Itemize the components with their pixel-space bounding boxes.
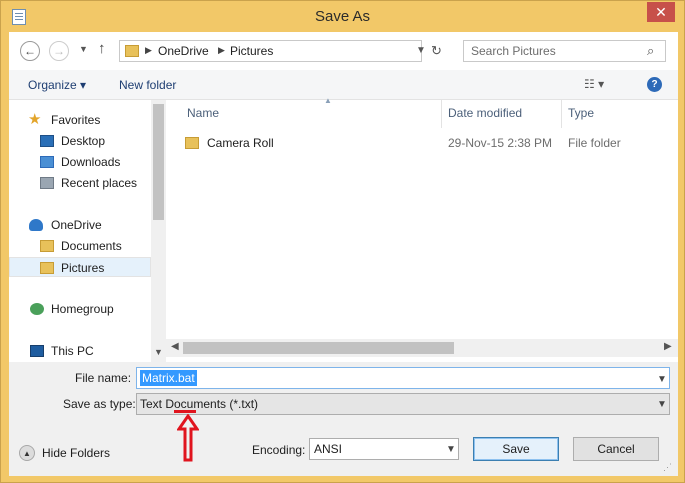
recent-places-icon [40,177,54,189]
address-row: ← → ▼ ↑ ▶ OneDrive ▶ Pictures ▼ ↻ ⌕ [9,32,678,70]
nav-item-documents[interactable]: Documents [9,236,151,256]
nav-homegroup[interactable]: Homegroup [9,299,151,319]
up-arrow-icon[interactable]: ↑ [98,40,106,57]
save-form: File name: Matrix.bat ▼ Save as type: Te… [9,362,678,476]
column-label: Name [187,106,220,120]
breadcrumb-separator-icon[interactable]: ▶ [145,45,152,56]
change-view-icon[interactable]: ☷ ▾ [584,77,604,91]
folder-icon [40,240,54,252]
help-icon[interactable]: ? [647,77,662,92]
filename-value[interactable]: Matrix.bat [140,370,197,386]
folder-icon [40,262,54,274]
desktop-icon [40,135,54,147]
nav-item-pictures[interactable]: Pictures [9,257,151,277]
folder-icon [185,137,199,149]
search-input[interactable] [464,41,639,61]
annotation-underline [174,410,196,413]
close-button[interactable]: ✕ [647,2,675,22]
breadcrumb-pictures[interactable]: Pictures [230,44,273,58]
nav-label: Recent places [61,176,138,190]
nav-label: Desktop [61,134,106,148]
recent-locations-chevron-down-icon[interactable]: ▼ [79,44,88,54]
onedrive-cloud-icon [29,219,43,231]
sort-ascending-icon: ▲ [324,96,332,105]
this-pc-icon [30,345,44,357]
encoding-select[interactable]: ANSI ▼ [309,438,459,460]
scroll-right-arrow-icon[interactable]: ▶ [664,341,672,352]
nav-item-desktop[interactable]: Desktop [9,131,151,151]
file-list: ▲ Name Date modified Type Camera Roll 29… [166,96,678,362]
horizontal-scrollbar-thumb[interactable] [183,342,454,354]
file-type: File folder [568,136,621,150]
organize-button[interactable]: Organize ▾ [28,78,86,92]
chevron-up-icon: ▲ [19,445,35,461]
save-as-type-chevron-down-icon[interactable]: ▼ [657,399,667,410]
nav-label: Favorites [51,113,101,127]
new-folder-button[interactable]: New folder [119,78,176,92]
horizontal-scrollbar[interactable]: ◀ ▶ [166,339,678,357]
dialog-body: ← → ▼ ↑ ▶ OneDrive ▶ Pictures ▼ ↻ ⌕ Orga… [9,32,678,476]
navigation-pane: ★ Favorites Desktop Downloads Recent pla… [9,100,166,362]
annotation-arrow-icon [177,414,199,462]
column-header-date[interactable]: Date modified [442,100,562,128]
save-button[interactable]: Save [473,437,559,461]
nav-this-pc[interactable]: This PC [9,341,151,361]
save-as-type-select[interactable]: Text Documents (*.txt) ▼ [136,393,670,415]
title-bar: Save As ✕ [1,1,684,33]
column-header-type[interactable]: Type [562,100,678,128]
resize-grip-icon[interactable]: ⋰ [663,462,672,473]
star-icon: ★ [28,111,42,128]
search-box[interactable]: ⌕ [463,40,666,62]
filename-field[interactable]: Matrix.bat ▼ [136,367,670,389]
nav-item-downloads[interactable]: Downloads [9,152,151,172]
nav-scrollbar[interactable]: ▼ [151,100,166,362]
file-row[interactable]: Camera Roll 29-Nov-15 2:38 PM File folde… [181,134,661,154]
nav-label: This PC [51,344,94,358]
nav-label: OneDrive [51,218,102,232]
file-date: 29-Nov-15 2:38 PM [448,136,553,150]
nav-favorites[interactable]: ★ Favorites [9,110,151,130]
folder-icon [125,45,139,57]
breadcrumb-onedrive[interactable]: OneDrive [158,44,209,58]
nav-item-recent-places[interactable]: Recent places [9,173,151,193]
downloads-icon [40,156,54,168]
homegroup-icon [30,303,44,315]
breadcrumb-separator-icon[interactable]: ▶ [218,45,225,56]
save-as-dialog: Save As ✕ ← → ▼ ↑ ▶ OneDrive ▶ Pictures … [0,0,685,483]
back-button[interactable]: ← [20,41,40,61]
scroll-left-arrow-icon[interactable]: ◀ [171,341,179,352]
encoding-value: ANSI [314,442,343,456]
encoding-label: Encoding: [252,443,306,457]
nav-label: Pictures [61,261,105,275]
search-icon[interactable]: ⌕ [647,43,654,59]
encoding-chevron-down-icon[interactable]: ▼ [446,444,456,455]
nav-scrollbar-thumb[interactable] [153,104,164,220]
filename-chevron-down-icon[interactable]: ▼ [657,374,667,385]
nav-label: Downloads [61,155,121,169]
cancel-button[interactable]: Cancel [573,437,659,461]
command-bar: Organize ▾ New folder ☷ ▾ ? [9,70,678,100]
scroll-down-arrow-icon[interactable]: ▼ [154,347,163,357]
hide-folders-label: Hide Folders [42,446,111,460]
column-header-name[interactable]: ▲ Name [181,96,442,128]
address-chevron-down-icon[interactable]: ▼ [416,45,426,56]
save-as-type-label: Save as type: [63,397,136,411]
nav-onedrive[interactable]: OneDrive [9,215,151,235]
column-label: Type [568,106,595,120]
refresh-icon[interactable]: ↻ [431,43,442,59]
nav-label: Homegroup [51,302,114,316]
save-as-type-value: Text Documents (*.txt) [140,397,259,411]
window-title: Save As [314,8,371,25]
filename-label: File name: [75,371,132,385]
file-name: Camera Roll [207,136,274,150]
nav-label: Documents [61,239,122,253]
forward-button[interactable]: → [49,41,69,61]
column-label: Date modified [448,106,523,120]
address-bar[interactable]: ▶ OneDrive ▶ Pictures [119,40,422,62]
